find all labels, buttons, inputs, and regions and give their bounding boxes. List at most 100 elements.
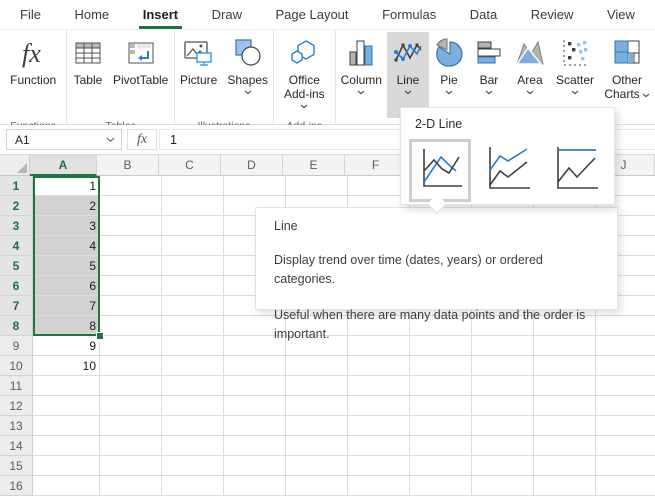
cell-C16[interactable] <box>162 476 224 496</box>
cell-A9[interactable]: 9 <box>33 336 100 356</box>
tab-home[interactable]: Home <box>72 1 111 28</box>
cell-C6[interactable] <box>162 276 224 296</box>
cell-C9[interactable] <box>162 336 224 356</box>
cell-D1[interactable] <box>224 176 286 196</box>
tab-formulas[interactable]: Formulas <box>380 1 438 28</box>
column-header-F[interactable]: F <box>345 155 407 176</box>
cell-A12[interactable] <box>33 396 100 416</box>
cell-F13[interactable] <box>348 416 410 436</box>
stacked-line-thumbnail-option[interactable] <box>485 144 532 196</box>
column-header-C[interactable]: C <box>159 155 221 176</box>
cell-J11[interactable] <box>596 376 655 396</box>
cell-D13[interactable] <box>224 416 286 436</box>
cell-H15[interactable] <box>472 456 534 476</box>
cell-A8[interactable]: 8 <box>33 316 100 336</box>
cell-I11[interactable] <box>534 376 596 396</box>
cell-I10[interactable] <box>534 356 596 376</box>
cell-A6[interactable]: 6 <box>33 276 100 296</box>
100-percent-stacked-line-thumbnail-option[interactable] <box>553 144 600 196</box>
cell-C13[interactable] <box>162 416 224 436</box>
bar-chart-button[interactable]: Bar <box>469 32 509 118</box>
cell-D11[interactable] <box>224 376 286 396</box>
shapes-button[interactable]: Shapes <box>222 32 273 118</box>
cell-F15[interactable] <box>348 456 410 476</box>
row-header-10[interactable]: 10 <box>0 356 33 376</box>
cell-C4[interactable] <box>162 236 224 256</box>
line-chart-button[interactable]: Line <box>387 32 429 118</box>
cell-A11[interactable] <box>33 376 100 396</box>
cell-B11[interactable] <box>100 376 162 396</box>
tab-file[interactable]: File <box>18 1 43 28</box>
cell-D16[interactable] <box>224 476 286 496</box>
cell-H16[interactable] <box>472 476 534 496</box>
cell-J8[interactable] <box>596 316 655 336</box>
cell-F16[interactable] <box>348 476 410 496</box>
cell-J12[interactable] <box>596 396 655 416</box>
cell-B14[interactable] <box>100 436 162 456</box>
column-header-E[interactable]: E <box>283 155 345 176</box>
column-header-A[interactable]: A <box>30 155 97 176</box>
cell-E16[interactable] <box>286 476 348 496</box>
cell-E15[interactable] <box>286 456 348 476</box>
cell-D14[interactable] <box>224 436 286 456</box>
cell-B15[interactable] <box>100 456 162 476</box>
column-chart-button[interactable]: Column <box>336 32 387 118</box>
cell-I15[interactable] <box>534 456 596 476</box>
row-header-13[interactable]: 13 <box>0 416 33 436</box>
cell-A15[interactable] <box>33 456 100 476</box>
cell-H11[interactable] <box>472 376 534 396</box>
cell-I13[interactable] <box>534 416 596 436</box>
cell-E14[interactable] <box>286 436 348 456</box>
row-header-5[interactable]: 5 <box>0 256 33 276</box>
cell-C3[interactable] <box>162 216 224 236</box>
cell-B12[interactable] <box>100 396 162 416</box>
row-header-9[interactable]: 9 <box>0 336 33 356</box>
cell-G13[interactable] <box>410 416 472 436</box>
tab-insert[interactable]: Insert <box>141 1 180 28</box>
cell-I16[interactable] <box>534 476 596 496</box>
cell-B13[interactable] <box>100 416 162 436</box>
cell-C1[interactable] <box>162 176 224 196</box>
column-header-B[interactable]: B <box>97 155 159 176</box>
cell-H13[interactable] <box>472 416 534 436</box>
cell-H10[interactable] <box>472 356 534 376</box>
insert-function-button[interactable]: fx <box>127 129 157 150</box>
cell-J15[interactable] <box>596 456 655 476</box>
cell-I12[interactable] <box>534 396 596 416</box>
cell-D10[interactable] <box>224 356 286 376</box>
cell-E12[interactable] <box>286 396 348 416</box>
line-thumbnail-option[interactable] <box>409 139 471 202</box>
cell-H14[interactable] <box>472 436 534 456</box>
office-addins-button[interactable]: Office Add-ins <box>275 32 333 118</box>
cell-A2[interactable]: 2 <box>33 196 100 216</box>
cell-F11[interactable] <box>348 376 410 396</box>
cell-B5[interactable] <box>100 256 162 276</box>
scatter-chart-button[interactable]: Scatter <box>551 32 599 118</box>
row-header-4[interactable]: 4 <box>0 236 33 256</box>
row-header-11[interactable]: 11 <box>0 376 33 396</box>
row-header-3[interactable]: 3 <box>0 216 33 236</box>
cell-A13[interactable] <box>33 416 100 436</box>
row-header-15[interactable]: 15 <box>0 456 33 476</box>
cell-F12[interactable] <box>348 396 410 416</box>
column-header-D[interactable]: D <box>221 155 283 176</box>
cell-J9[interactable] <box>596 336 655 356</box>
cell-G15[interactable] <box>410 456 472 476</box>
cell-B7[interactable] <box>100 296 162 316</box>
area-chart-button[interactable]: Area <box>509 32 551 118</box>
row-header-7[interactable]: 7 <box>0 296 33 316</box>
pie-chart-button[interactable]: Pie <box>429 32 469 118</box>
name-box[interactable]: A1 <box>6 129 122 150</box>
pivottable-button[interactable]: PivotTable <box>108 32 173 118</box>
row-header-14[interactable]: 14 <box>0 436 33 456</box>
cell-B10[interactable] <box>100 356 162 376</box>
cell-C5[interactable] <box>162 256 224 276</box>
cell-J16[interactable] <box>596 476 655 496</box>
cell-G14[interactable] <box>410 436 472 456</box>
cell-B6[interactable] <box>100 276 162 296</box>
cell-E1[interactable] <box>286 176 348 196</box>
row-header-12[interactable]: 12 <box>0 396 33 416</box>
cell-D15[interactable] <box>224 456 286 476</box>
cell-A7[interactable]: 7 <box>33 296 100 316</box>
cell-C14[interactable] <box>162 436 224 456</box>
